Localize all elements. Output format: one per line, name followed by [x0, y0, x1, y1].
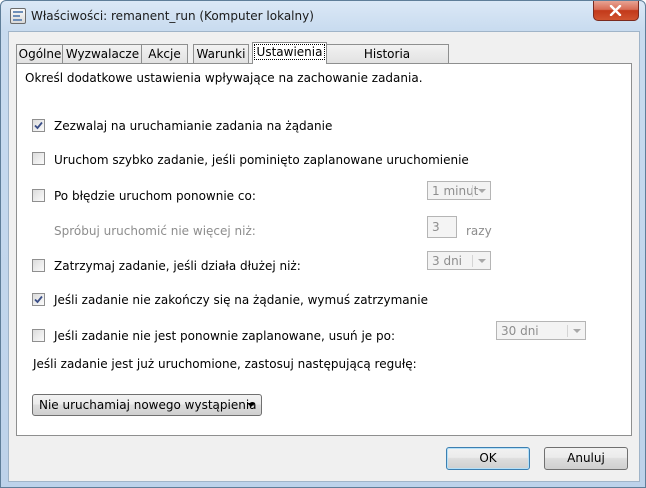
chevron-down-icon	[478, 189, 486, 193]
dialog-client-area: Ogólne Wyzwalacze Akcje Warunki Ustawien…	[8, 31, 640, 482]
checkmark-icon	[34, 121, 43, 130]
allow-on-demand-label: Zezwalaj na uruchamianie zadania na żąda…	[54, 119, 333, 133]
delete-after-select[interactable]: 30 dni	[496, 321, 586, 340]
properties-window: Właściwości: remanent_run (Komputer loka…	[0, 0, 646, 488]
stop-if-longer-checkbox[interactable]	[32, 259, 45, 272]
settings-intro: Określ dodatkowe ustawienia wpływające n…	[25, 71, 423, 85]
delete-if-not-scheduled-checkbox[interactable]	[32, 329, 45, 342]
close-icon	[609, 5, 622, 16]
running-rule-label: Jeśli zadanie jest już uruchomione, zast…	[33, 357, 417, 371]
run-asap-label: Uruchom szybko zadanie, jeśli pominięto …	[54, 153, 469, 167]
run-asap-checkbox[interactable]	[32, 152, 45, 165]
delete-if-not-scheduled-label: Jeśli zadanie nie jest ponownie zaplanow…	[54, 329, 396, 343]
chevron-down-icon	[247, 403, 255, 407]
tab-conditions[interactable]: Warunki	[193, 44, 249, 63]
running-rule-value: Nie uruchamiaj nowego wystąpienia	[39, 398, 257, 412]
restart-interval-select[interactable]: 1 minut	[427, 181, 491, 200]
chevron-down-icon	[573, 329, 581, 333]
window-icon	[10, 8, 26, 24]
chevron-down-icon	[478, 259, 486, 263]
force-stop-checkbox[interactable]	[32, 293, 45, 306]
cancel-button[interactable]: Anuluj	[544, 447, 628, 470]
stop-if-longer-label: Zatrzymaj zadanie, jeśli działa dłużej n…	[54, 259, 301, 273]
delete-after-value: 30 dni	[501, 324, 539, 338]
stop-duration-value: 3 dni	[432, 254, 463, 268]
tab-triggers[interactable]: Wyzwalacze	[62, 44, 143, 63]
retry-attempts-input[interactable]: 3	[427, 216, 457, 238]
close-button[interactable]	[593, 1, 639, 21]
retry-attempts-unit: razy	[466, 224, 492, 238]
running-rule-dropdown[interactable]: Nie uruchamiaj nowego wystąpienia	[32, 394, 262, 416]
force-stop-label: Jeśli zadanie nie zakończy się na żądani…	[54, 293, 428, 307]
ok-button[interactable]: OK	[446, 447, 530, 470]
settings-panel: Określ dodatkowe ustawienia wpływające n…	[16, 63, 632, 436]
restart-on-fail-label: Po błędzie uruchom ponownie co:	[54, 189, 256, 203]
allow-on-demand-checkbox[interactable]	[32, 119, 45, 132]
tab-general[interactable]: Ogólne	[16, 44, 64, 63]
tab-actions[interactable]: Akcje	[141, 44, 188, 63]
title-bar[interactable]: Właściwości: remanent_run (Komputer loka…	[1, 1, 645, 31]
retry-attempts-label: Spróbuj uruchomić nie więcej niż:	[54, 224, 256, 238]
checkmark-icon	[34, 295, 43, 304]
tab-history[interactable]: Historia (wyłączona)	[325, 44, 449, 79]
restart-on-fail-checkbox[interactable]	[32, 189, 45, 202]
stop-duration-select[interactable]: 3 dni	[427, 251, 491, 270]
tab-settings[interactable]: Ustawienia	[252, 42, 327, 64]
window-title: Właściwości: remanent_run (Komputer loka…	[31, 9, 314, 23]
